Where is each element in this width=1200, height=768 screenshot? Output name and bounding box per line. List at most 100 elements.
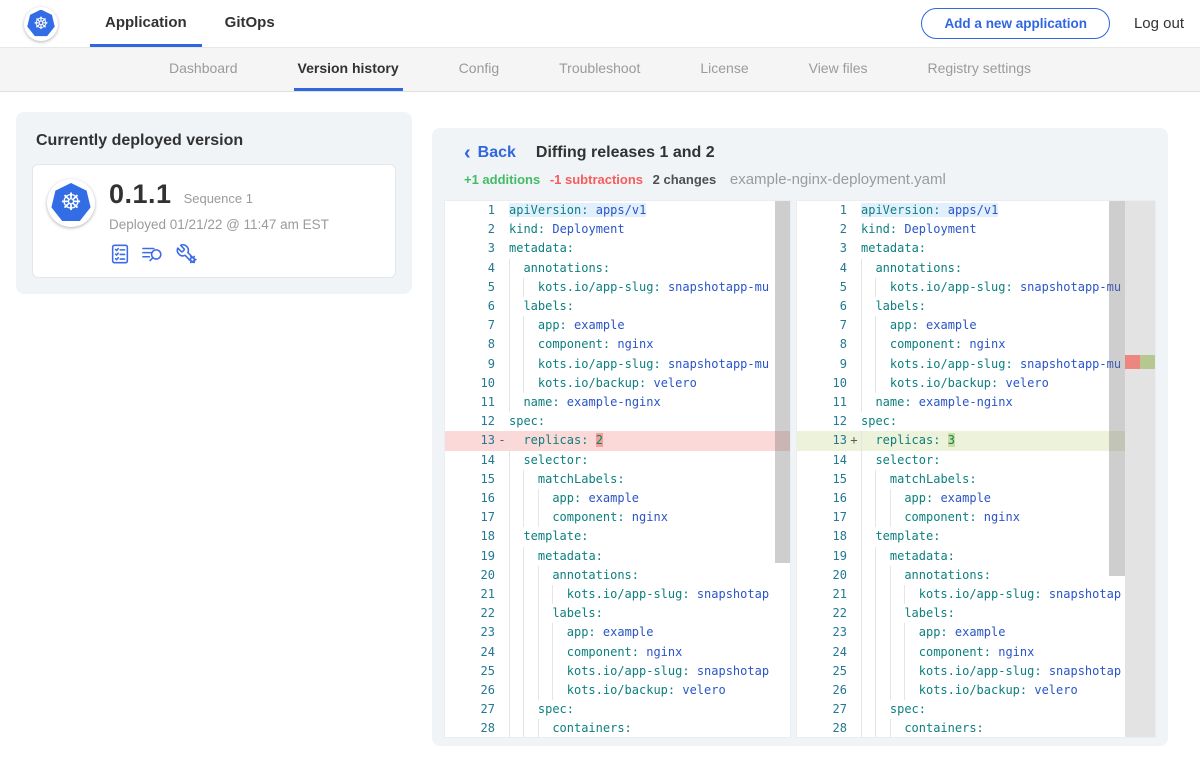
diff-panes: 1apiVersion: apps/v12kind: Deployment3me… (444, 200, 1156, 738)
kubernetes-logo[interactable]: ☸ (24, 7, 58, 41)
kubernetes-heptagon: ☸ (27, 10, 55, 38)
back-link[interactable]: ‹ Back (464, 144, 516, 162)
logout-link[interactable]: Log out (1134, 15, 1184, 32)
diff-line: 2kind: Deployment (445, 220, 790, 239)
back-label: Back (478, 144, 516, 162)
diff-line: 28containers: (445, 719, 790, 738)
diff-line: 13-replicas: 2 (445, 431, 790, 450)
deployed-version-card: ☸ 0.1.1 Sequence 1 Deployed 01/21/22 @ 1… (32, 164, 396, 278)
removed-line-marker (1125, 355, 1140, 369)
diff-line: 6labels: (797, 297, 1155, 316)
subnav-item-license[interactable]: License (696, 48, 752, 91)
diff-line: 23app: example (445, 623, 790, 642)
diff-filename: example-nginx-deployment.yaml (730, 171, 946, 188)
diff-line: 22labels: (445, 604, 790, 623)
subnav-item-registry-settings[interactable]: Registry settings (924, 48, 1035, 91)
topnav-spacer (290, 0, 922, 47)
diff-line: 5kots.io/app-slug: snapshotapp-mu (445, 278, 790, 297)
currently-deployed-card: Currently deployed version ☸ 0.1.1 Seque… (16, 112, 412, 294)
release-notes-button[interactable] (109, 243, 131, 265)
diff-stats: +1 additions -1 subtractions 2 changes e… (444, 171, 1156, 188)
diff-line: 12spec: (445, 412, 790, 431)
diff-pane-original[interactable]: 1apiVersion: apps/v12kind: Deployment3me… (444, 200, 791, 738)
diff-releases-card: ‹ Back Diffing releases 1 and 2 +1 addit… (432, 128, 1168, 746)
diff-line: 9kots.io/app-slug: snapshotapp-mu (445, 355, 790, 374)
diff-line: 13+replicas: 3 (797, 431, 1155, 450)
diff-line: 25kots.io/app-slug: snapshotap (445, 662, 790, 681)
top-navigation: ☸ Application GitOps Add a new applicati… (0, 0, 1200, 48)
diff-line: 5kots.io/app-slug: snapshotapp-mu (797, 278, 1155, 297)
diff-line: 3metadata: (445, 239, 790, 258)
subnav-item-dashboard[interactable]: Dashboard (165, 48, 242, 91)
preflight-results-button[interactable] (141, 243, 165, 265)
added-line-marker (1140, 355, 1155, 369)
tab-gitops[interactable]: GitOps (210, 0, 290, 47)
preflight-results-icon (141, 243, 165, 265)
app-icon-badge: ☸ (47, 179, 95, 227)
diff-line: 24component: nginx (445, 643, 790, 662)
diff-line: 18template: (445, 527, 790, 546)
subnav-item-troubleshoot[interactable]: Troubleshoot (555, 48, 644, 91)
diff-line: 2kind: Deployment (797, 220, 1155, 239)
diff-title: Diffing releases 1 and 2 (536, 144, 715, 162)
release-notes-icon (109, 243, 131, 265)
diff-line: 19metadata: (445, 547, 790, 566)
diff-line: 14selector: (445, 451, 790, 470)
add-application-button[interactable]: Add a new application (921, 8, 1110, 39)
diff-line: 10kots.io/backup: velero (797, 374, 1155, 393)
additions-count: +1 additions (464, 172, 540, 187)
scrollbar-thumb[interactable] (1109, 201, 1125, 576)
diff-line: 27spec: (445, 700, 790, 719)
diff-line: 15matchLabels: (445, 470, 790, 489)
tab-application[interactable]: Application (90, 0, 202, 47)
subnav-item-version-history[interactable]: Version history (294, 48, 403, 91)
subnav-item-view-files[interactable]: View files (805, 48, 872, 91)
diff-line: 8component: nginx (445, 335, 790, 354)
diff-line: 3metadata: (797, 239, 1155, 258)
diff-pane-modified[interactable]: 1apiVersion: apps/v12kind: Deployment3me… (796, 200, 1156, 738)
kubernetes-logo-circle: ☸ (24, 7, 58, 41)
diff-line: 20annotations: (445, 566, 790, 585)
diff-line: 4annotations: (445, 259, 790, 278)
diff-line: 17component: nginx (445, 508, 790, 527)
diff-line: 1apiVersion: apps/v1 (445, 201, 790, 220)
scrollbar-thumb[interactable] (775, 201, 790, 563)
diff-line: 22labels: (797, 604, 1155, 623)
original-code-lines: 1apiVersion: apps/v12kind: Deployment3me… (445, 201, 790, 738)
diff-overview-ruler (1125, 201, 1155, 737)
changes-count: 2 changes (653, 172, 717, 187)
diff-line: 19metadata: (797, 547, 1155, 566)
diff-line: 16app: example (797, 489, 1155, 508)
diff-line: 24component: nginx (797, 643, 1155, 662)
main-content: Currently deployed version ☸ 0.1.1 Seque… (0, 92, 1200, 746)
version-number: 0.1.1 (109, 179, 172, 210)
diff-line: 17component: nginx (797, 508, 1155, 527)
diff-line: 28containers: (797, 719, 1155, 738)
diff-line: 16app: example (445, 489, 790, 508)
kubernetes-wheel-icon: ☸ (60, 191, 82, 215)
subtractions-count: -1 subtractions (550, 172, 643, 187)
diff-line: 26kots.io/backup: velero (445, 681, 790, 700)
edit-config-button[interactable] (175, 243, 198, 265)
diff-line: 27spec: (797, 700, 1155, 719)
back-chevron-icon: ‹ (464, 145, 471, 161)
diff-line: 8component: nginx (797, 335, 1155, 354)
diff-line: 23app: example (797, 623, 1155, 642)
diff-line: 25kots.io/app-slug: snapshotap (797, 662, 1155, 681)
diff-line: 4annotations: (797, 259, 1155, 278)
deployed-timestamp: Deployed 01/21/22 @ 11:47 am EST (109, 217, 329, 232)
diff-line: 7app: example (445, 316, 790, 335)
diff-line: 11name: example-nginx (445, 393, 790, 412)
diff-line: 15matchLabels: (797, 470, 1155, 489)
application-subnav: Dashboard Version history Config Trouble… (0, 48, 1200, 92)
diff-line: 20annotations: (797, 566, 1155, 585)
sequence-label: Sequence 1 (184, 191, 253, 206)
diff-line: 9kots.io/app-slug: snapshotapp-mu (797, 355, 1155, 374)
diff-line: 21kots.io/app-slug: snapshotap (797, 585, 1155, 604)
deployed-card-title: Currently deployed version (36, 132, 396, 150)
diff-line: 12spec: (797, 412, 1155, 431)
diff-line: 10kots.io/backup: velero (445, 374, 790, 393)
diff-line: 6labels: (445, 297, 790, 316)
subnav-item-config[interactable]: Config (455, 48, 503, 91)
config-wrench-gear-icon (175, 243, 198, 265)
